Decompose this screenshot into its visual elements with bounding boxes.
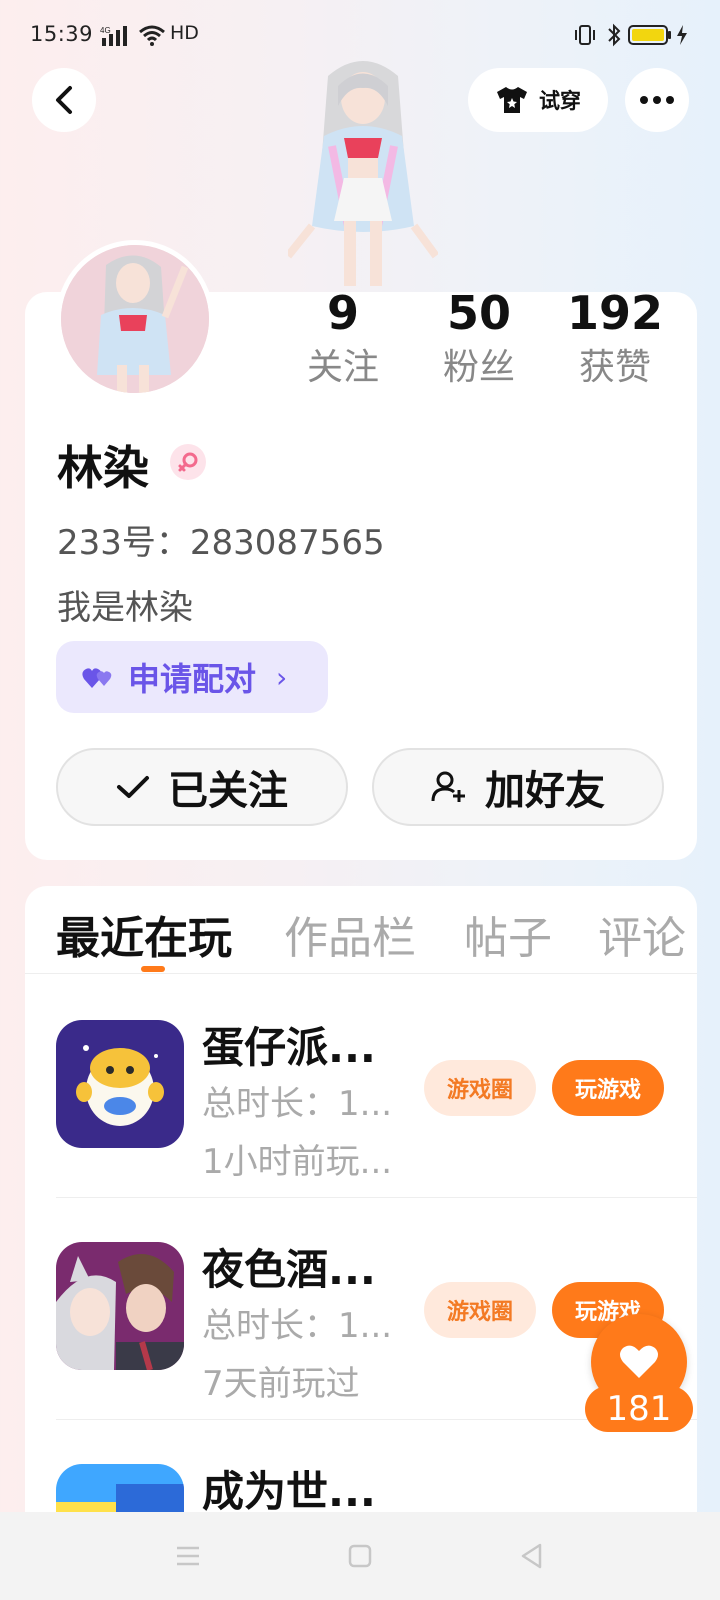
- female-icon: [170, 444, 206, 480]
- tshirt-icon: [497, 87, 527, 113]
- menu-icon[interactable]: [174, 1542, 202, 1570]
- game-name: 成为世...: [202, 1467, 376, 1516]
- likes-received-count: 192: [566, 286, 664, 340]
- game-circle-button[interactable]: 游戏圈: [424, 1060, 536, 1116]
- battery-icon: [628, 25, 671, 45]
- stat-fans[interactable]: 50 粉丝: [414, 290, 544, 388]
- svg-text:4G: 4G: [100, 26, 111, 35]
- tab-works[interactable]: 作品栏: [284, 902, 416, 966]
- signal-icon: 4G: [100, 26, 127, 46]
- tab-recently-played[interactable]: 最近在玩: [56, 902, 232, 966]
- chevron-right-icon: ›: [276, 660, 288, 694]
- game-circle-button[interactable]: 游戏圈: [424, 1282, 536, 1338]
- game-last-played: 1小时前玩...: [202, 1142, 393, 1182]
- game-last-played: 7天前玩过: [202, 1364, 360, 1404]
- add-friend-icon: [431, 771, 465, 802]
- try-on-label: 试穿: [539, 89, 581, 113]
- fans-label: 粉丝: [442, 347, 515, 388]
- hd-indicator: HD: [170, 22, 199, 44]
- charging-icon: [677, 25, 687, 45]
- game-icon-night-bar[interactable]: [56, 1242, 184, 1370]
- following-button[interactable]: 已关注: [56, 748, 348, 826]
- like-count: 181: [585, 1386, 693, 1432]
- tab-comments[interactable]: 评论: [598, 902, 686, 966]
- likes-received-label: 获赞: [578, 347, 651, 388]
- back-button[interactable]: [32, 68, 96, 132]
- play-game-button[interactable]: 玩游戏: [552, 1060, 664, 1116]
- tab-posts[interactable]: 帖子: [464, 902, 552, 966]
- game-icon-eggy-party[interactable]: [56, 1020, 184, 1148]
- stat-likes[interactable]: 192 获赞: [550, 290, 680, 388]
- pair-request-button[interactable]: 申请配对 ›: [56, 641, 328, 713]
- more-icon: [640, 96, 674, 104]
- avatar-image: [61, 245, 209, 393]
- vibrate-icon: [575, 25, 595, 45]
- home-icon[interactable]: [346, 1542, 374, 1570]
- heart-icon: [620, 1345, 658, 1378]
- check-icon: [117, 776, 149, 798]
- game-row[interactable]: 夜色酒... 总时长：1... 7天前玩过 游戏圈 玩游戏: [25, 1198, 697, 1420]
- game-total-time: 总时长：1...: [202, 1306, 393, 1346]
- tab-bar: 最近在玩 作品栏 帖子 评论: [25, 886, 697, 974]
- more-button[interactable]: [625, 68, 689, 132]
- try-on-button[interactable]: 试穿: [468, 68, 608, 132]
- hearts-icon: [82, 668, 112, 688]
- add-friend-label: 加好友: [485, 768, 605, 814]
- bluetooth-icon: [608, 23, 621, 47]
- fans-count: 50: [446, 286, 511, 340]
- status-time: 15:39: [30, 22, 94, 46]
- wifi-icon: [139, 25, 165, 46]
- system-nav-bar: [0, 1512, 720, 1600]
- following-count: 9: [326, 286, 359, 340]
- stat-following[interactable]: 9 关注: [278, 290, 408, 388]
- back-icon: [56, 86, 72, 114]
- game-name: 蛋仔派...: [202, 1023, 376, 1072]
- following-label: 已关注: [168, 768, 288, 814]
- avatar-figure[interactable]: [288, 56, 438, 292]
- user-id: 233号：283087565: [57, 523, 385, 563]
- following-label: 关注: [306, 347, 379, 388]
- add-friend-button[interactable]: 加好友: [372, 748, 664, 826]
- tab-indicator: [141, 966, 165, 972]
- bio: 我是林染: [57, 588, 193, 628]
- pair-request-label: 申请配对: [128, 660, 257, 698]
- username: 林染: [57, 441, 149, 495]
- game-row[interactable]: 蛋仔派... 总时长：1... 1小时前玩... 游戏圈 玩游戏: [25, 976, 697, 1198]
- game-name: 夜色酒...: [202, 1245, 376, 1294]
- avatar[interactable]: [56, 240, 214, 398]
- content-card: 最近在玩 作品栏 帖子 评论 蛋仔派... 总时长：1... 1小时前玩... …: [25, 886, 697, 1600]
- nav-back-icon[interactable]: [518, 1542, 546, 1570]
- game-total-time: 总时长：1...: [202, 1084, 393, 1124]
